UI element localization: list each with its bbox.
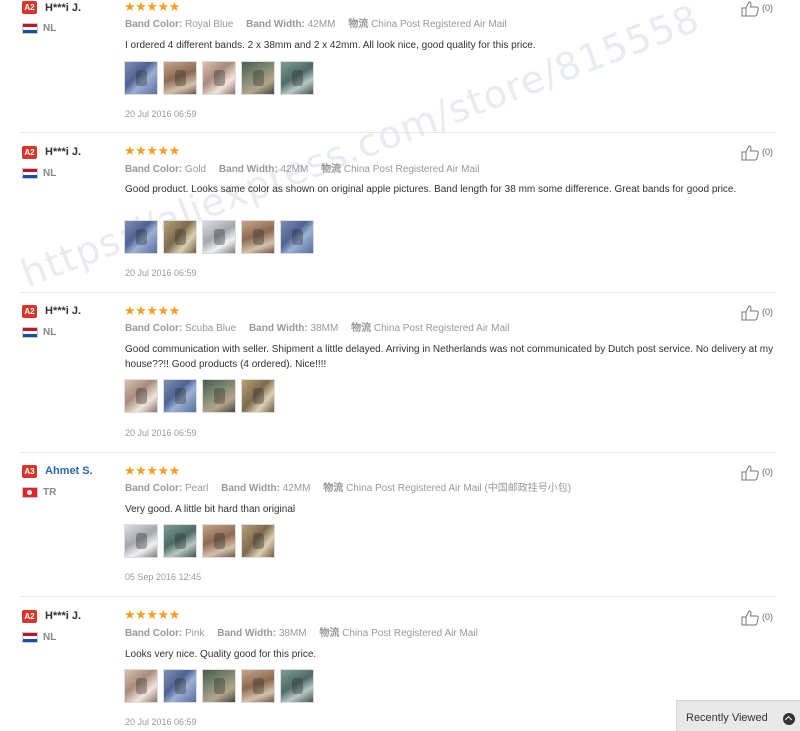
reviewer-name: H***i J. <box>45 610 82 622</box>
reviewer-name: H***i J. <box>45 146 82 158</box>
review-text: Good product. Looks same color as shown … <box>125 184 737 195</box>
review-divider <box>20 452 775 453</box>
thumbs-up-icon <box>741 305 759 321</box>
nl-flag-icon <box>22 168 38 179</box>
helpful-count: (0) <box>762 467 773 477</box>
chevron-up-icon <box>783 713 795 725</box>
review-date: 20 Jul 2016 06:59 <box>125 109 197 119</box>
reviewer-country: NL <box>43 23 57 34</box>
review-photo[interactable] <box>163 379 197 413</box>
review-photo[interactable] <box>163 220 197 254</box>
review-text: Looks very nice. Quality good for this p… <box>125 649 317 660</box>
reviewer-country: NL <box>43 632 57 643</box>
recently-viewed-label: Recently Viewed <box>686 712 768 724</box>
buyer-level-badge: A2 <box>22 305 37 318</box>
review-date: 20 Jul 2016 06:59 <box>125 428 197 438</box>
review-date: 05 Sep 2016 12:45 <box>125 572 202 582</box>
buyer-level-badge: A2 <box>22 146 37 159</box>
review-photo[interactable] <box>202 524 236 558</box>
thumbs-up-icon <box>741 145 759 161</box>
review-divider <box>20 292 775 293</box>
review-divider <box>20 132 775 133</box>
star-rating: ★★★★★ <box>124 143 180 158</box>
review-photo[interactable] <box>241 669 275 703</box>
star-rating: ★★★★★ <box>124 607 180 622</box>
nl-flag-icon <box>22 327 38 338</box>
review-attributes: Band Color: Royal Blue Band Width: 42MM … <box>125 19 507 30</box>
review-text: Good communication with seller. Shipment… <box>125 344 774 370</box>
star-rating: ★★★★★ <box>124 303 180 318</box>
review-attributes: Band Color: Scuba Blue Band Width: 38MM … <box>125 323 510 334</box>
tr-flag-icon <box>22 487 38 498</box>
reviewer-name[interactable]: Ahmet S. <box>45 464 93 478</box>
review-photo[interactable] <box>163 524 197 558</box>
review-photo[interactable] <box>202 61 236 95</box>
review-text: I ordered 4 different bands. 2 x 38mm an… <box>125 40 536 51</box>
helpful-count: (0) <box>762 3 773 13</box>
review-photo[interactable] <box>163 61 197 95</box>
review-photo[interactable] <box>124 524 158 558</box>
star-rating: ★★★★★ <box>124 0 180 14</box>
review-photo[interactable] <box>241 61 275 95</box>
review-photo[interactable] <box>202 669 236 703</box>
review-divider <box>20 596 775 597</box>
nl-flag-icon <box>22 632 38 643</box>
thumbs-up-icon <box>741 610 759 626</box>
helpful-count: (0) <box>762 147 773 157</box>
review-photo[interactable] <box>241 524 275 558</box>
review-photo[interactable] <box>241 379 275 413</box>
thumbs-up-icon <box>741 465 759 481</box>
review-photo[interactable] <box>163 669 197 703</box>
reviewer-country: NL <box>43 168 57 179</box>
buyer-level-badge: A3 <box>22 465 37 478</box>
thumbs-up-icon <box>741 1 759 17</box>
review-text: Very good. A little bit hard than origin… <box>125 504 296 515</box>
review-date: 20 Jul 2016 06:59 <box>125 717 197 727</box>
reviewer-country: NL <box>43 327 57 338</box>
recently-viewed-button[interactable]: Recently Viewed <box>676 700 800 731</box>
review-photo[interactable] <box>280 61 314 95</box>
review-attributes: Band Color: Pearl Band Width: 42MM 物流 Ch… <box>125 483 572 494</box>
review-photo[interactable] <box>202 220 236 254</box>
review-date: 20 Jul 2016 06:59 <box>125 268 197 278</box>
review-photo[interactable] <box>280 669 314 703</box>
buyer-level-badge: A2 <box>22 610 37 623</box>
review-photo[interactable] <box>124 379 158 413</box>
review-photo[interactable] <box>124 669 158 703</box>
reviewer-country: TR <box>43 487 57 498</box>
reviewer-name: H***i J. <box>45 2 82 14</box>
review-attributes: Band Color: Gold Band Width: 42MM 物流 Chi… <box>125 164 480 175</box>
review-attributes: Band Color: Pink Band Width: 38MM 物流 Chi… <box>125 628 478 639</box>
helpful-count: (0) <box>762 612 773 622</box>
star-rating: ★★★★★ <box>124 463 180 478</box>
review-photo[interactable] <box>124 61 158 95</box>
review-photo[interactable] <box>241 220 275 254</box>
review-photo[interactable] <box>280 220 314 254</box>
reviewer-name: H***i J. <box>45 305 82 317</box>
helpful-count: (0) <box>762 307 773 317</box>
review-photo[interactable] <box>202 379 236 413</box>
buyer-level-badge: A2 <box>22 1 37 14</box>
nl-flag-icon <box>22 23 38 34</box>
review-photo[interactable] <box>124 220 158 254</box>
